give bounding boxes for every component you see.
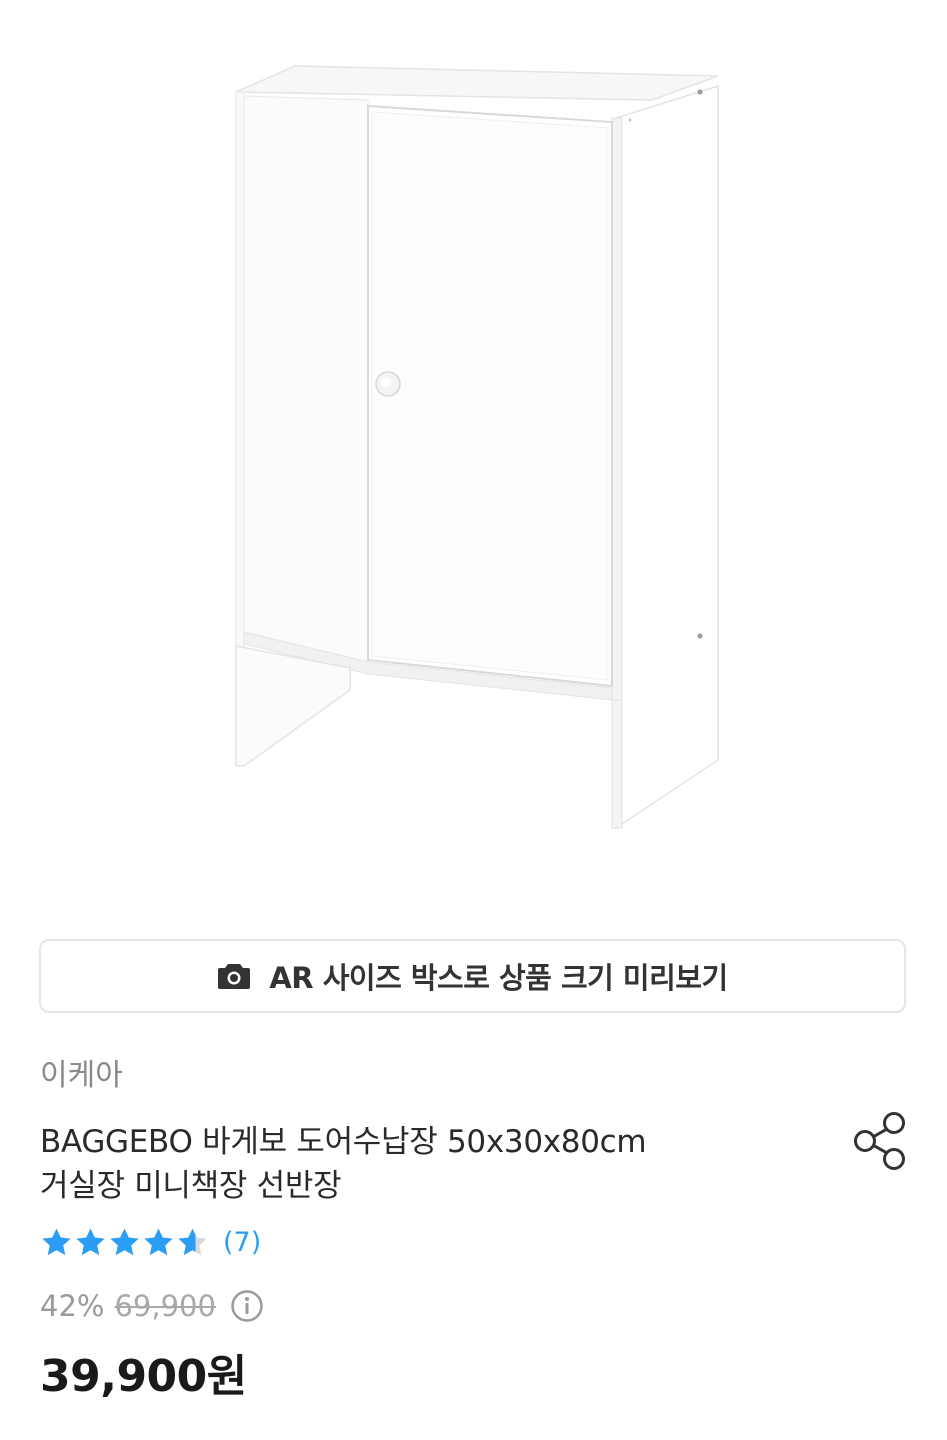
- product-image[interactable]: [0, 0, 947, 910]
- product-title-line-2: 거실장 미니책장 선반장: [40, 1168, 342, 1204]
- cabinet-illustration: [235, 65, 719, 830]
- info-icon[interactable]: [230, 1289, 264, 1323]
- ar-size-preview-button[interactable]: AR 사이즈 박스로 상품 크기 미리보기: [39, 939, 906, 1013]
- review-count-link[interactable]: (7): [223, 1227, 261, 1258]
- star-full-icon: [110, 1227, 139, 1255]
- brand-name[interactable]: 이케아: [40, 1050, 123, 1094]
- discount-row: 42% 69,900: [40, 1286, 264, 1326]
- share-icon: [854, 1112, 905, 1170]
- sale-price: 39,900원: [40, 1351, 247, 1402]
- discount-rate: 42%: [40, 1289, 105, 1323]
- star-full-icon: [76, 1227, 105, 1255]
- ar-button-label: AR 사이즈 박스로 상품 크기 미리보기: [269, 961, 728, 995]
- star-half-icon: [178, 1227, 207, 1255]
- star-rating: [40, 1226, 209, 1259]
- original-price: 69,900: [114, 1289, 216, 1323]
- camera-icon: [217, 962, 251, 990]
- rating-summary[interactable]: (7): [40, 1224, 261, 1260]
- share-button[interactable]: [850, 1108, 910, 1174]
- star-full-icon: [144, 1227, 173, 1255]
- product-title-line-1: BAGGEBO 바게보 도어수납장 50x30x80cm: [40, 1124, 647, 1160]
- star-full-icon: [42, 1227, 71, 1255]
